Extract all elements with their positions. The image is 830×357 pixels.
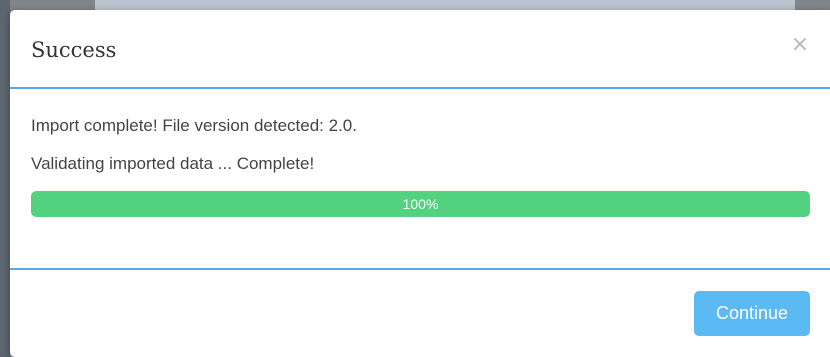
dialog-title: Success <box>31 38 117 62</box>
import-status-message: Import complete! File version detected: … <box>31 116 357 135</box>
close-icon[interactable]: × <box>788 31 812 59</box>
background-window-edge <box>0 0 10 357</box>
dialog-header: Success × <box>10 10 830 89</box>
progress-bar-label: 100% <box>402 196 439 212</box>
dialog-body: Import complete! File version detected: … <box>10 89 830 270</box>
continue-button[interactable]: Continue <box>694 291 810 336</box>
background-window-strip <box>95 0 795 10</box>
validation-status-message: Validating imported data ... Complete! <box>31 154 315 173</box>
progress-bar: 100% <box>31 191 810 217</box>
dialog-footer: Continue <box>10 270 830 357</box>
success-dialog: Success × Import complete! File version … <box>10 10 830 357</box>
